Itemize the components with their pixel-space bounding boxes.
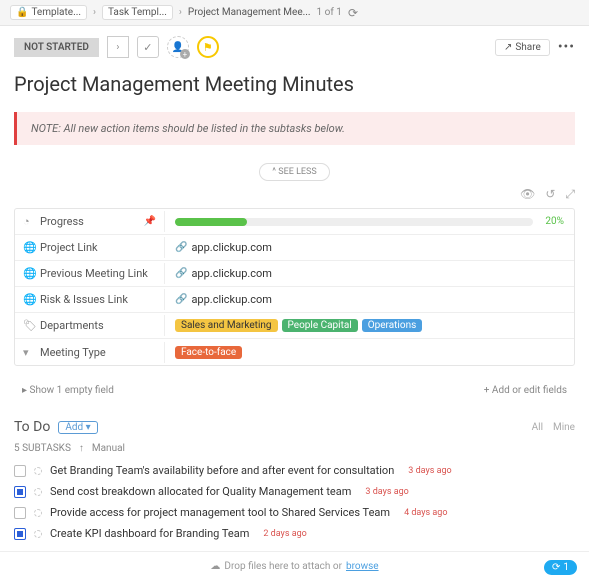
priority-flag[interactable]: ⚑: [197, 36, 219, 58]
reload-icon[interactable]: ⟳: [348, 6, 358, 20]
department-tag[interactable]: Sales and Marketing: [175, 319, 278, 332]
status-next-button[interactable]: ›: [107, 36, 129, 58]
chevron-right-icon: ›: [93, 7, 96, 18]
task-name[interactable]: Provide access for project management to…: [50, 506, 390, 519]
assignee-add[interactable]: 👤: [167, 36, 189, 58]
fields-footer: ▸ Show 1 empty field + Add or edit field…: [14, 380, 575, 401]
link-icon: 🔗: [175, 294, 187, 305]
subtask-count: 5 SUBTASKS: [14, 443, 71, 454]
dropzone-text: Drop files here to attach or: [224, 561, 342, 572]
custom-fields: ◔Progress📌 20% 🌐Project Link 🔗app.clicku…: [14, 208, 575, 366]
status-dot[interactable]: [34, 530, 42, 538]
department-tag[interactable]: People Capital: [282, 319, 358, 332]
task-age: 4 days ago: [404, 508, 447, 518]
field-previous-link: 🌐Previous Meeting Link 🔗app.clickup.com: [15, 261, 574, 287]
breadcrumb-item[interactable]: Task Templ...: [102, 5, 173, 20]
lock-icon: 🔒: [16, 7, 28, 18]
task-age: 3 days ago: [365, 487, 408, 497]
add-fields[interactable]: + Add or edit fields: [484, 385, 567, 396]
globe-icon: 🌐: [23, 241, 35, 254]
tag-icon: 🏷: [23, 319, 35, 332]
task-name[interactable]: Get Branding Team's availability before …: [50, 464, 394, 477]
link-value[interactable]: app.clickup.com: [191, 241, 272, 254]
link-icon: 🔗: [175, 242, 187, 253]
notifications-fab[interactable]: ⟳ 1: [544, 560, 577, 575]
subtask-row[interactable]: Send cost breakdown allocated for Qualit…: [14, 485, 575, 498]
checkbox[interactable]: [14, 507, 26, 519]
link-icon: 🔗: [175, 268, 187, 279]
task-age: 3 days ago: [408, 466, 451, 476]
status-dot[interactable]: [34, 488, 42, 496]
section-header: To Do Add ▾ All Mine: [14, 419, 575, 435]
toolbar: NOT STARTED › ✓ 👤 ⚑ ↗Share •••: [0, 26, 589, 66]
subtask-row[interactable]: Get Branding Team's availability before …: [14, 464, 575, 477]
subtask-row[interactable]: Create KPI dashboard for Branding Team 2…: [14, 527, 575, 540]
subtask-row[interactable]: Provide access for project management to…: [14, 506, 575, 519]
filter-mine[interactable]: Mine: [553, 422, 575, 433]
task-age: 2 days ago: [263, 529, 306, 539]
task-name[interactable]: Send cost breakdown allocated for Qualit…: [50, 485, 351, 498]
note-banner: NOTE: All new action items should be lis…: [14, 112, 575, 145]
browse-link[interactable]: browse: [346, 561, 379, 572]
expand-icon[interactable]: ⤢: [565, 187, 575, 202]
pin-icon[interactable]: 📌: [144, 216, 156, 227]
checkbox[interactable]: [14, 486, 26, 498]
field-progress: ◔Progress📌 20%: [15, 209, 574, 235]
globe-icon: 🌐: [23, 267, 35, 280]
meeting-type-tag[interactable]: Face-to-face: [175, 346, 242, 359]
breadcrumb-current: Project Management Mee...: [188, 7, 311, 18]
breadcrumb-count: 1 of 1: [317, 7, 342, 18]
status-dot[interactable]: [34, 509, 42, 517]
see-less-button[interactable]: ^ SEE LESS: [259, 163, 329, 181]
complete-button[interactable]: ✓: [137, 36, 159, 58]
checkbox[interactable]: [14, 528, 26, 540]
dropzone[interactable]: ☁ Drop files here to attach or browse: [0, 551, 589, 581]
filter-all[interactable]: All: [532, 422, 543, 433]
add-subtask-button[interactable]: Add ▾: [58, 421, 97, 434]
task-name[interactable]: Create KPI dashboard for Branding Team: [50, 527, 249, 540]
dropdown-icon: ▾: [23, 346, 35, 359]
share-button[interactable]: ↗Share: [495, 39, 550, 56]
department-tag[interactable]: Operations: [362, 319, 423, 332]
field-meeting-type: ▾Meeting Type Face-to-face: [15, 339, 574, 365]
cloud-upload-icon: ☁: [210, 561, 220, 572]
status-button[interactable]: NOT STARTED: [14, 38, 99, 57]
show-empty-fields[interactable]: ▸ Show 1 empty field: [22, 385, 114, 396]
link-value[interactable]: app.clickup.com: [191, 267, 272, 280]
checkbox[interactable]: [14, 465, 26, 477]
status-dot[interactable]: [34, 467, 42, 475]
history-icon[interactable]: ↺: [545, 187, 555, 202]
sort-mode[interactable]: Manual: [92, 443, 125, 454]
breadcrumb-item[interactable]: 🔒Template...: [10, 5, 87, 20]
field-departments: 🏷Departments Sales and Marketing People …: [15, 313, 574, 339]
page-title: Project Management Meeting Minutes: [14, 72, 575, 96]
globe-icon: 🌐: [23, 293, 35, 306]
share-icon: ↗: [504, 42, 512, 53]
section-title: To Do: [14, 419, 50, 435]
more-menu[interactable]: •••: [558, 39, 575, 55]
field-risk-link: 🌐Risk & Issues Link 🔗app.clickup.com: [15, 287, 574, 313]
visibility-icon[interactable]: 👁: [520, 187, 535, 202]
field-project-link: 🌐Project Link 🔗app.clickup.com: [15, 235, 574, 261]
chevron-right-icon: ›: [179, 7, 182, 18]
breadcrumb: 🔒Template... › Task Templ... › Project M…: [10, 5, 579, 20]
subtasks-subheader: 5 SUBTASKS ↑ Manual: [14, 443, 575, 454]
sort-icon[interactable]: ↑: [79, 443, 84, 454]
link-value[interactable]: app.clickup.com: [191, 293, 272, 306]
progress-icon: ◔: [23, 215, 35, 228]
breadcrumb-bar: 🔒Template... › Task Templ... › Project M…: [0, 0, 589, 26]
progress-bar[interactable]: [175, 218, 533, 226]
